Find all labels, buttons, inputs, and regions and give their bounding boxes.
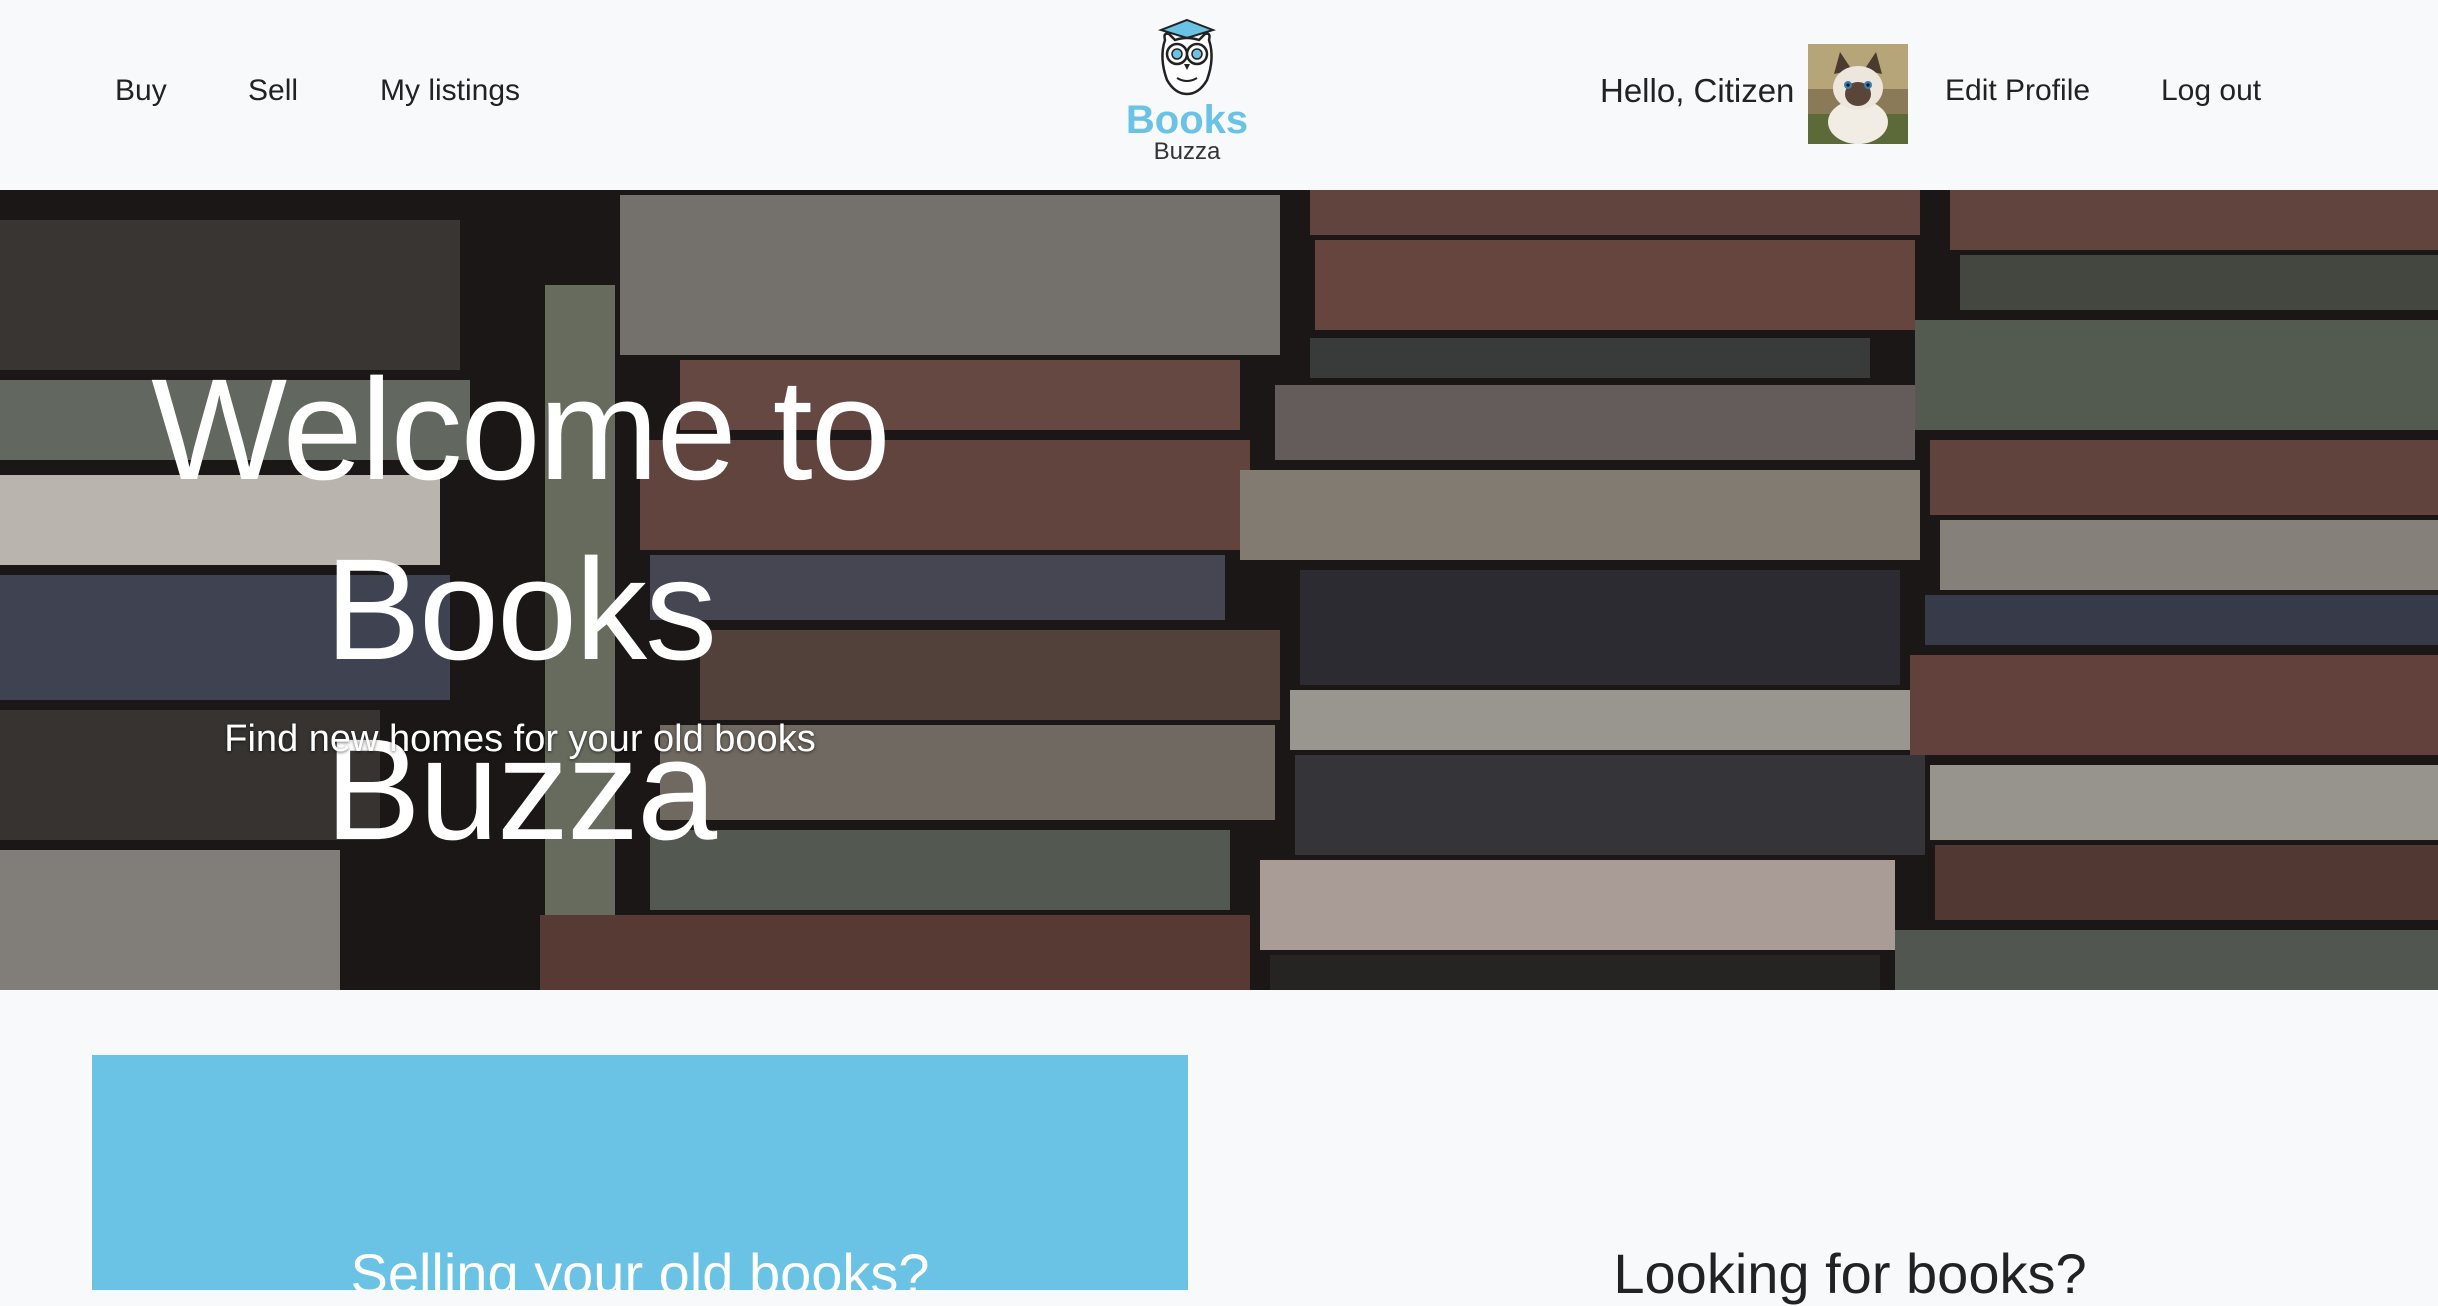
- nav-my-listings-link[interactable]: My listings: [380, 74, 520, 108]
- sell-heading: Selling your old books?: [350, 1242, 930, 1290]
- hero-subtitle: Find new homes for your old books: [224, 718, 816, 760]
- nav-sell-link[interactable]: Sell: [248, 74, 298, 108]
- edit-profile-link[interactable]: Edit Profile: [1945, 74, 2090, 108]
- hero-title: Welcome to Books Buzza: [120, 340, 920, 880]
- log-out-link[interactable]: Log out: [2161, 74, 2261, 108]
- user-greeting: Hello, Citizen: [1600, 72, 1795, 109]
- sell-books-card[interactable]: Selling your old books?: [92, 1055, 1188, 1290]
- hero-title-line2: Books Buzza: [324, 529, 717, 870]
- hero-banner: Welcome to Books Buzza Find new homes fo…: [0, 190, 2438, 990]
- nav-buy-link[interactable]: Buy: [115, 74, 167, 108]
- hero-title-line1: Welcome to: [151, 349, 891, 510]
- logo-wordmark-buzza: Buzza: [1153, 138, 1221, 165]
- logo-wordmark-books: Books: [1125, 98, 1249, 142]
- buy-heading: Looking for books?: [1613, 1242, 2087, 1305]
- avatar[interactable]: [1808, 44, 1908, 144]
- owl-logo-icon: [1157, 18, 1217, 96]
- cat-avatar-image: [1808, 44, 1908, 144]
- brand-logo[interactable]: Books Buzza: [1120, 18, 1254, 176]
- top-navbar: Buy Sell My listings Books Buzza Hello, …: [0, 0, 2438, 190]
